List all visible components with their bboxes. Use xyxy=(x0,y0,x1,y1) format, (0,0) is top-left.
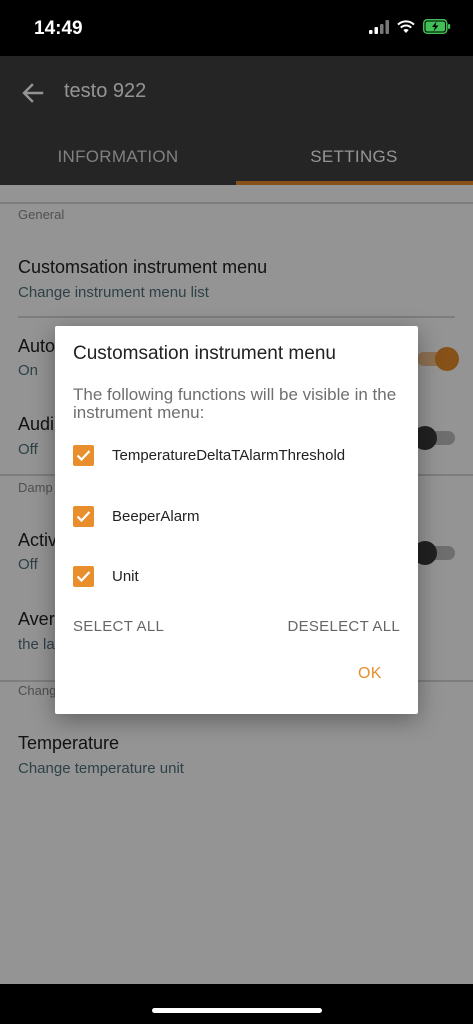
option-row[interactable]: Unit xyxy=(73,564,139,588)
checkmark-icon xyxy=(76,449,91,461)
wifi-icon xyxy=(397,19,415,33)
checkbox[interactable] xyxy=(73,444,94,466)
home-indicator[interactable] xyxy=(152,1008,322,1013)
checkmark-icon xyxy=(76,570,91,582)
ok-button[interactable]: OK xyxy=(358,665,382,683)
option-label: TemperatureDeltaTAlarmThreshold xyxy=(112,446,346,464)
cellular-signal-icon xyxy=(369,19,389,34)
home-bar-area xyxy=(0,984,473,1024)
status-time: 14:49 xyxy=(34,18,83,39)
checkmark-icon xyxy=(76,510,91,522)
customisation-dialog: Customsation instrument menu The followi… xyxy=(55,326,418,714)
status-icons xyxy=(369,19,451,34)
dialog-message: The following functions will be visible … xyxy=(73,385,397,422)
option-row[interactable]: TemperatureDeltaTAlarmThreshold xyxy=(73,443,345,467)
deselect-all-button[interactable]: DESELECT ALL xyxy=(287,618,400,635)
checkbox[interactable] xyxy=(73,565,94,587)
option-row[interactable]: BeeperAlarm xyxy=(73,504,200,528)
dialog-title: Customsation instrument menu xyxy=(73,343,336,364)
checkbox[interactable] xyxy=(73,505,94,527)
option-label: BeeperAlarm xyxy=(112,507,200,525)
status-bar: 14:49 xyxy=(0,0,473,56)
option-label: Unit xyxy=(112,567,139,585)
battery-charging-icon xyxy=(423,19,451,34)
select-all-button[interactable]: SELECT ALL xyxy=(73,618,164,635)
